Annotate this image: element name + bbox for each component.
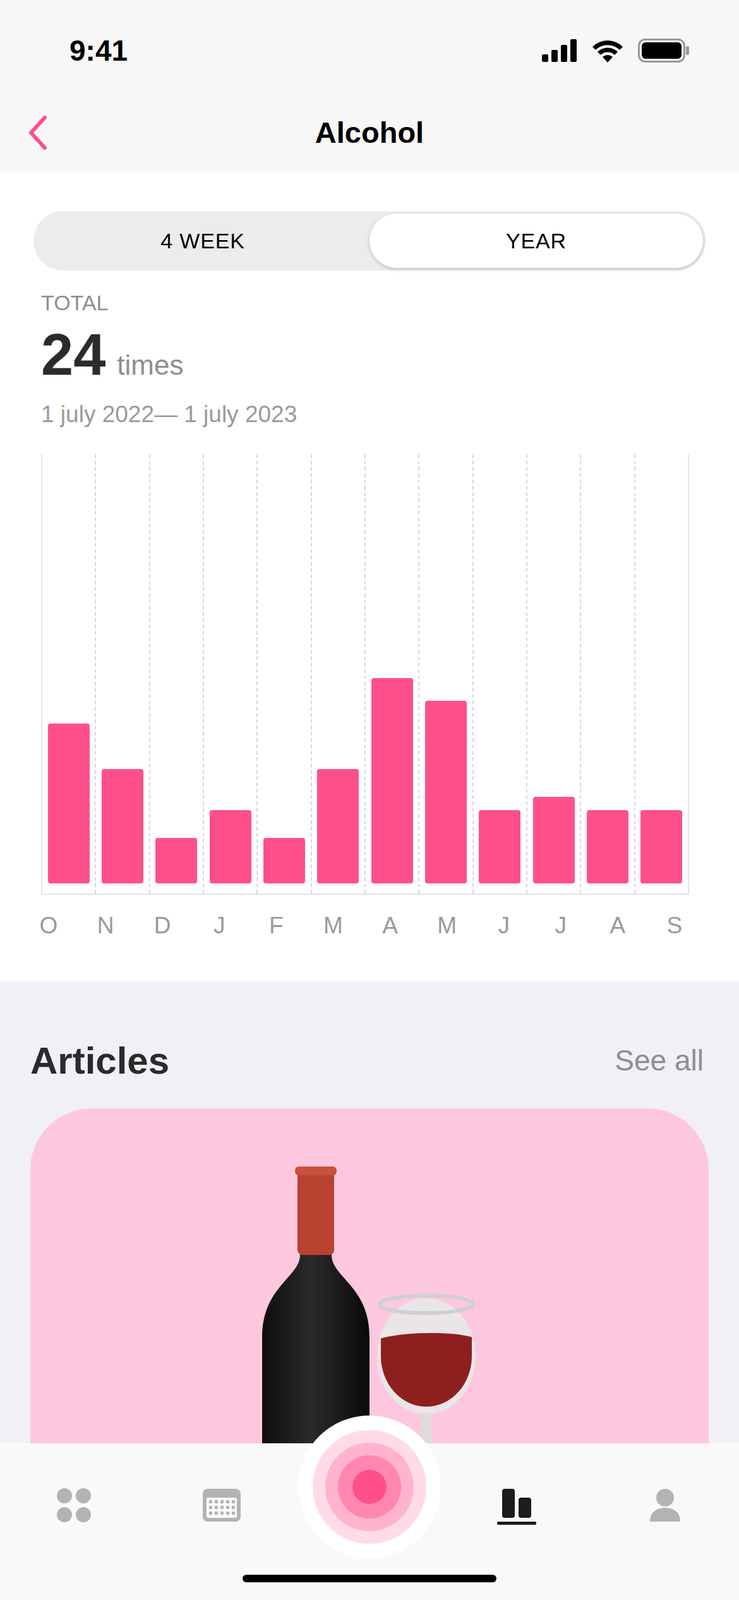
status-time: 9:41 xyxy=(69,29,128,73)
chart-column xyxy=(150,454,205,894)
see-all-button[interactable]: See all xyxy=(614,1038,709,1082)
chart-column xyxy=(527,454,582,894)
articles-section: Articles See all xyxy=(0,980,739,1443)
chart-bar[interactable] xyxy=(478,809,521,884)
chart-column xyxy=(204,454,258,894)
chart-bar[interactable] xyxy=(317,768,359,884)
period-tab[interactable]: 4 WEEK xyxy=(36,213,370,268)
alcohol-screen: 9:41 Alcohol 4 WEEKYEAR TOTAL 24times 1 july … xyxy=(0,0,739,1600)
wifi-icon xyxy=(591,38,625,63)
x-axis-label: A xyxy=(377,913,403,937)
nav-bar: Alcohol xyxy=(0,94,739,172)
chart-column xyxy=(419,454,474,894)
chart-bar[interactable] xyxy=(586,809,629,884)
chevron-left-icon xyxy=(27,114,49,151)
chart-column xyxy=(365,454,420,894)
chart-column xyxy=(312,454,366,894)
chart-x-axis: ONDJFMAMJJAS xyxy=(36,913,688,937)
tab-bar-item[interactable] xyxy=(485,1479,549,1530)
chart-bar[interactable] xyxy=(425,700,467,884)
record-button[interactable] xyxy=(298,1414,441,1558)
status-bar: 9:41 xyxy=(0,0,739,95)
bar-chart xyxy=(41,454,690,895)
total-unit: times xyxy=(116,344,184,386)
signal-icon xyxy=(541,39,578,62)
chart-bar[interactable] xyxy=(263,837,306,884)
x-axis-label: M xyxy=(320,913,346,937)
chart-bar[interactable] xyxy=(48,723,90,884)
page-title: Alcohol xyxy=(315,110,424,156)
total-label: TOTAL xyxy=(41,289,698,317)
chart-bar[interactable] xyxy=(640,809,683,884)
articles-title: Articles xyxy=(30,1036,170,1084)
chart-bar[interactable] xyxy=(533,796,575,884)
chart-column xyxy=(42,454,97,894)
tab-bar-item[interactable] xyxy=(633,1479,697,1530)
stats-icon xyxy=(497,1484,538,1525)
x-axis-label: J xyxy=(206,913,232,937)
chart-bar[interactable] xyxy=(101,768,144,884)
x-axis-label: M xyxy=(434,913,460,937)
tab-bar-item[interactable] xyxy=(42,1479,106,1530)
x-axis-label: O xyxy=(36,913,62,937)
x-axis-label: J xyxy=(491,913,517,937)
tab-bar-item[interactable] xyxy=(190,1479,254,1530)
chart-column xyxy=(96,454,150,894)
period-tab[interactable]: YEAR xyxy=(369,213,703,268)
chart-column xyxy=(257,454,312,894)
x-axis-label: J xyxy=(548,913,574,937)
chart-column xyxy=(473,454,528,894)
x-axis-label: D xyxy=(149,913,175,937)
chart-bar[interactable] xyxy=(155,837,198,884)
x-axis-label: A xyxy=(605,913,631,937)
back-button[interactable] xyxy=(18,113,57,152)
article-card[interactable] xyxy=(30,1107,709,1443)
x-axis-label: N xyxy=(92,913,119,937)
wine-illustration-icon xyxy=(236,1165,503,1443)
profile-icon xyxy=(648,1486,682,1523)
calendar-icon xyxy=(201,1485,242,1524)
chart-bar[interactable] xyxy=(371,677,414,884)
tab-bar xyxy=(0,1442,739,1600)
date-range: 1 july 2022— 1 july 2023 xyxy=(41,399,698,429)
dashboard-icon xyxy=(54,1485,93,1524)
chart-column xyxy=(635,454,690,894)
stats-panel: 4 WEEKYEAR TOTAL 24times 1 july 2022— 1 jul… xyxy=(0,171,739,981)
chart-bar[interactable] xyxy=(209,809,252,884)
home-indicator xyxy=(242,1574,497,1582)
battery-icon xyxy=(637,38,690,63)
x-axis-label: S xyxy=(661,913,688,937)
total-value: 24 xyxy=(41,325,106,384)
chart-column xyxy=(581,454,635,894)
x-axis-label: F xyxy=(263,913,289,937)
period-toggle: 4 WEEKYEAR xyxy=(33,210,706,271)
